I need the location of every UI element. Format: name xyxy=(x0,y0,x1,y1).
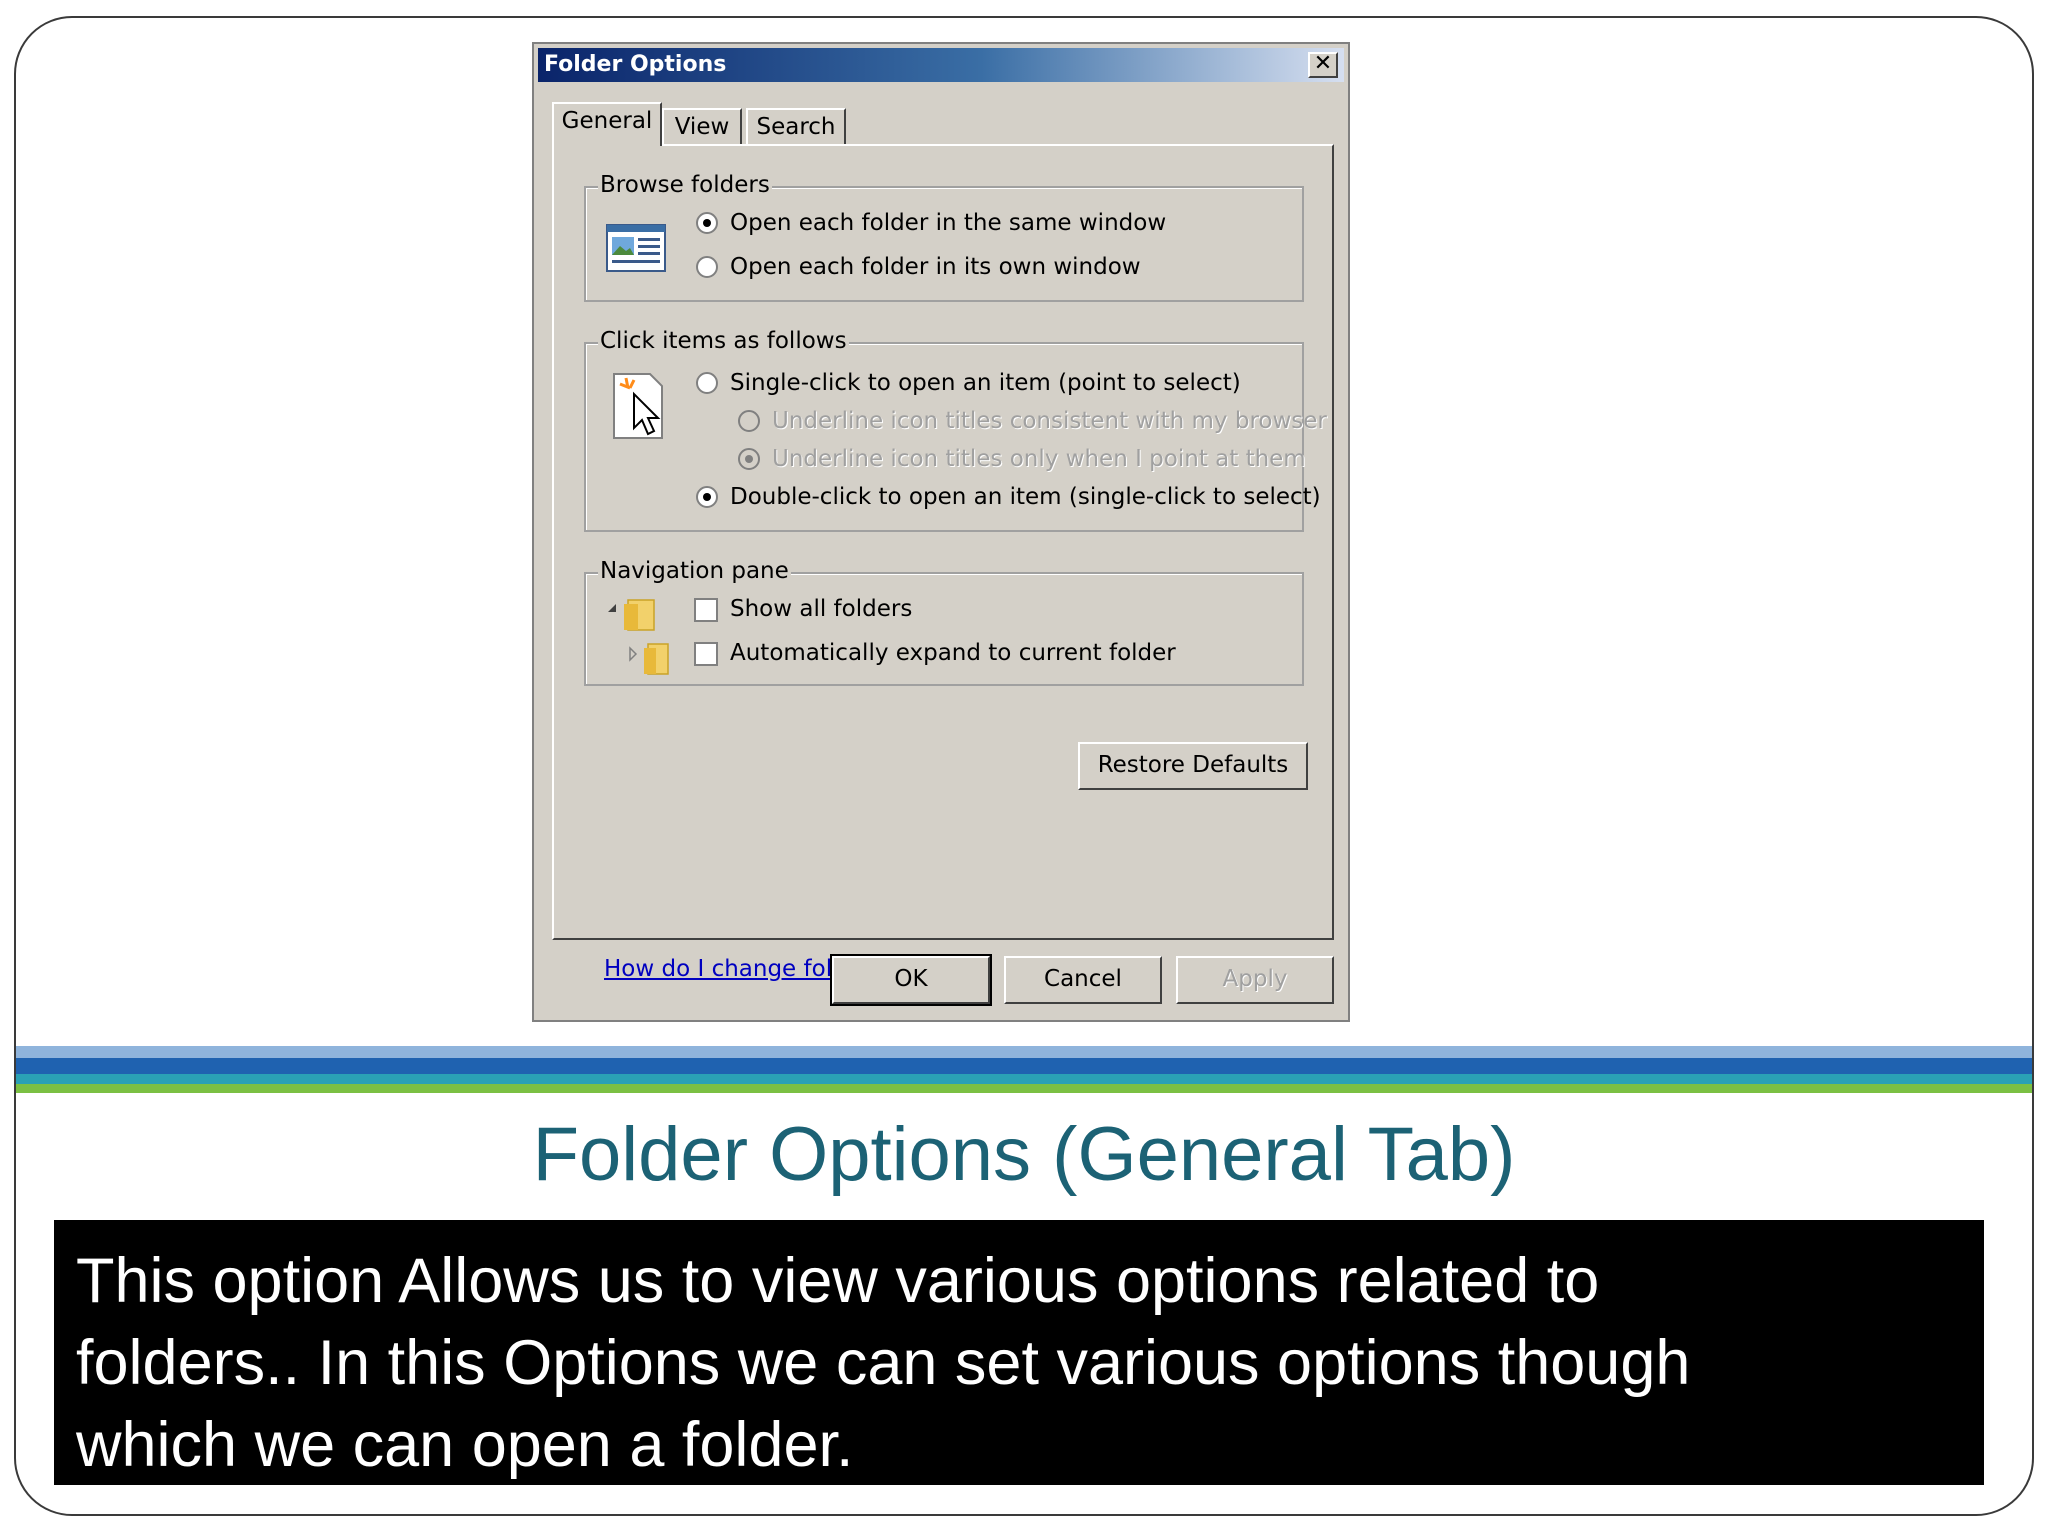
dialog-titlebar[interactable]: Folder Options ✕ xyxy=(538,48,1344,82)
radio-single-click[interactable] xyxy=(696,372,718,394)
close-icon: ✕ xyxy=(1313,51,1333,76)
option-underline-point[interactable]: Underline icon titles only when I point … xyxy=(772,444,1306,474)
folder-tree-icon xyxy=(608,599,669,675)
radio-same-window[interactable] xyxy=(696,212,718,234)
caption-box: This option Allows us to view various op… xyxy=(54,1220,1984,1485)
radio-double-click[interactable] xyxy=(696,486,718,508)
folder-options-dialog: Folder Options ✕ General View Search Bro… xyxy=(532,42,1350,1022)
option-show-all-folders[interactable]: Show all folders xyxy=(730,594,912,624)
divider-stripe-blue xyxy=(16,1058,2032,1074)
radio-underline-point[interactable] xyxy=(738,448,760,470)
tab-general[interactable]: General xyxy=(552,102,662,146)
group-label: Browse folders xyxy=(598,170,772,200)
restore-defaults-button[interactable]: Restore Defaults xyxy=(1078,742,1308,790)
option-auto-expand[interactable]: Automatically expand to current folder xyxy=(730,638,1176,668)
window-icon xyxy=(606,224,666,272)
option-own-window[interactable]: Open each folder in its own window xyxy=(730,252,1141,282)
checkbox-show-all-folders[interactable] xyxy=(694,598,718,622)
apply-button[interactable]: Apply xyxy=(1176,956,1334,1004)
divider-stripe-green xyxy=(16,1084,2032,1093)
group-label: Navigation pane xyxy=(598,556,791,586)
close-button[interactable]: ✕ xyxy=(1308,52,1338,78)
slide-title: Folder Options (General Tab) xyxy=(532,1112,1516,1197)
ok-button[interactable]: OK xyxy=(830,954,992,1006)
tab-view[interactable]: View xyxy=(662,108,742,144)
option-double-click[interactable]: Double-click to open an item (single-cli… xyxy=(730,482,1321,512)
caption-line: folders.. In this Options we can set var… xyxy=(76,1328,1691,1398)
divider-stripe-teal xyxy=(16,1074,2032,1084)
general-tab-panel: Browse folders Open each folder in the s… xyxy=(552,144,1334,982)
group-click-items: Click items as follows Single-click to o… xyxy=(584,326,1327,532)
divider-stripe-light-blue xyxy=(16,1046,2032,1058)
group-navigation-pane: Navigation pane Show all folders Automat… xyxy=(584,556,1304,686)
option-same-window[interactable]: Open each folder in the same window xyxy=(730,208,1166,238)
option-underline-browser[interactable]: Underline icon titles consistent with my… xyxy=(772,406,1327,436)
cancel-button[interactable]: Cancel xyxy=(1004,956,1162,1004)
radio-own-window[interactable] xyxy=(696,256,718,278)
group-label: Click items as follows xyxy=(598,326,849,356)
cursor-click-icon xyxy=(613,373,663,439)
dialog-title: Folder Options xyxy=(544,52,727,77)
tab-search[interactable]: Search xyxy=(746,108,846,144)
checkbox-auto-expand[interactable] xyxy=(694,642,718,666)
caption-line: which we can open a folder. xyxy=(76,1410,854,1480)
option-single-click[interactable]: Single-click to open an item (point to s… xyxy=(730,368,1241,398)
group-browse-folders: Browse folders Open each folder in the s… xyxy=(584,170,1304,302)
caption-line: This option Allows us to view various op… xyxy=(76,1246,1600,1316)
radio-underline-browser[interactable] xyxy=(738,410,760,432)
